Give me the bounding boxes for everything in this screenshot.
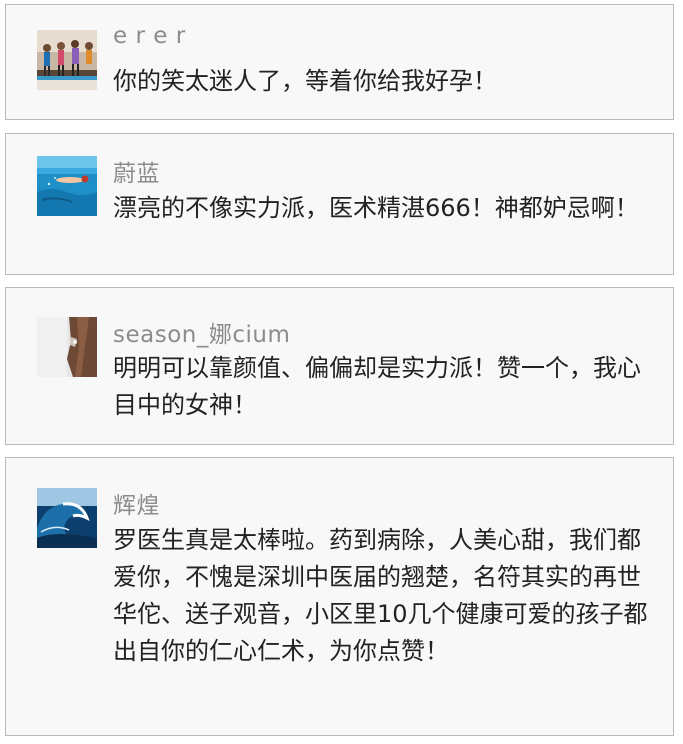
rock-cliff-photo-icon xyxy=(37,317,97,377)
user-avatar[interactable] xyxy=(37,156,97,216)
aerobics-class-photo-icon xyxy=(37,30,97,90)
underwater-swimmer-photo-icon xyxy=(37,156,97,216)
user-avatar[interactable] xyxy=(37,488,97,548)
comment-text: 你的笑太迷人了，等着你给我好孕！ xyxy=(113,67,497,95)
user-avatar[interactable] xyxy=(37,317,97,377)
comment-text: 罗医生真是太棒啦。药到病除，人美心甜，我们都爱你，不愧是深圳中医届的翘楚，名符其… xyxy=(113,526,648,665)
username[interactable]: season_娜cium xyxy=(113,315,290,349)
username[interactable]: e r e r xyxy=(113,23,186,49)
comment-card: e r e r 你的笑太迷人了，等着你给我好孕！ xyxy=(5,4,674,120)
comment-text: 漂亮的不像实力派，医术精湛666！神都妒忌啊！ xyxy=(113,194,639,222)
comment-card: 蔚蓝 漂亮的不像实力派，医术精湛666！神都妒忌啊！ xyxy=(5,133,674,275)
comment-text: 明明可以靠颜值、偏偏却是实力派！赞一个，我心目中的女神！ xyxy=(113,354,641,419)
comment-card: season_娜cium 明明可以靠颜值、偏偏却是实力派！赞一个，我心目中的女神… xyxy=(5,287,674,445)
ocean-wave-photo-icon xyxy=(37,488,97,548)
user-avatar[interactable] xyxy=(37,30,97,90)
username[interactable]: 蔚蓝 xyxy=(113,154,160,188)
username[interactable]: 辉煌 xyxy=(113,486,160,520)
comment-card: 辉煌 罗医生真是太棒啦。药到病除，人美心甜，我们都爱你，不愧是深圳中医届的翘楚，… xyxy=(5,457,674,736)
